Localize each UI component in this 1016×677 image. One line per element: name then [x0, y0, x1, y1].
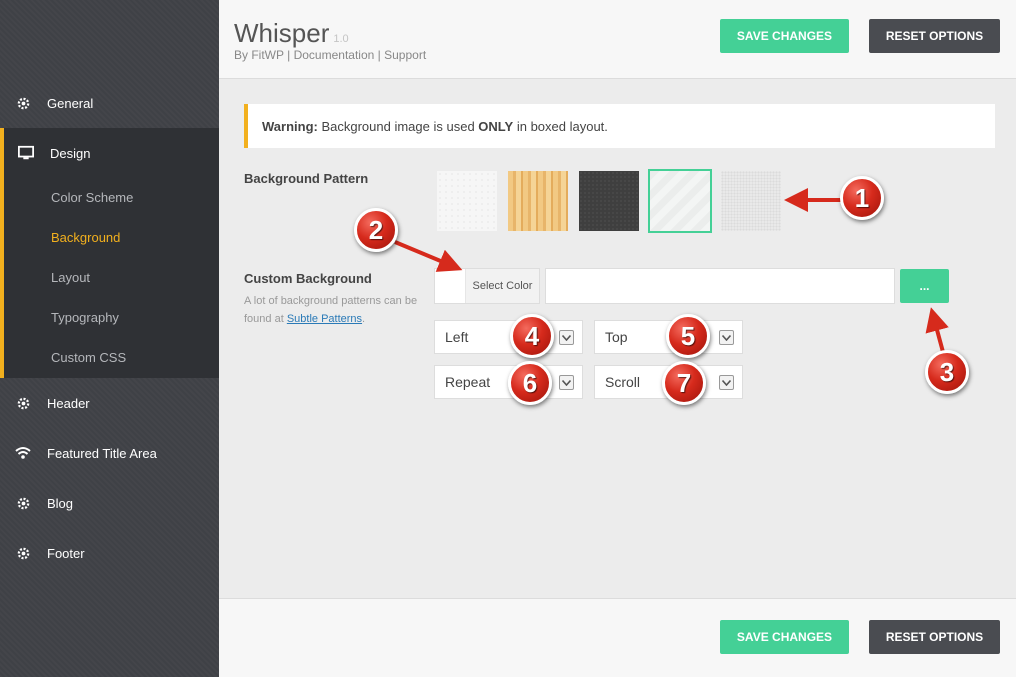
- annotation-arrow-3: [925, 307, 949, 353]
- page-title: Whisper 1.0: [234, 18, 349, 49]
- pattern-swatch-selected[interactable]: [648, 169, 712, 233]
- chevron-down-icon[interactable]: [719, 330, 734, 345]
- annotation-badge-6: 6: [508, 361, 552, 405]
- page-header: Whisper 1.0 By FitWP | Documentation | Su…: [219, 0, 1016, 79]
- chevron-down-icon[interactable]: [559, 375, 574, 390]
- gear-icon: [15, 95, 31, 111]
- annotation-badge-1: 1: [840, 176, 884, 220]
- sidebar-subitem-typography[interactable]: Typography: [51, 310, 119, 325]
- sidebar-item-label: Featured Title Area: [47, 445, 157, 461]
- header-links: By FitWP | Documentation | Support: [234, 48, 426, 62]
- reset-options-button[interactable]: RESET OPTIONS: [869, 620, 1000, 654]
- sidebar-item-header[interactable]: Header: [0, 378, 219, 428]
- custom-background-label: Custom Background: [244, 271, 372, 286]
- chevron-down-icon[interactable]: [719, 375, 734, 390]
- sidebar-item-label: Blog: [47, 495, 74, 511]
- sidebar-subitem-color-scheme[interactable]: Color Scheme: [51, 190, 133, 205]
- annotation-badge-4: 4: [510, 314, 554, 358]
- select-value: Left: [445, 329, 469, 345]
- select-value: Top: [605, 329, 628, 345]
- warning-prefix: Warning:: [262, 118, 318, 134]
- sidebar-subitem-custom-css[interactable]: Custom CSS: [51, 350, 126, 365]
- annotation-badge-3: 3: [925, 350, 969, 394]
- color-preview-swatch[interactable]: [435, 269, 466, 303]
- sidebar-section-design: Design Color Scheme Background Layout Ty…: [0, 128, 219, 378]
- subtle-patterns-link[interactable]: Subtle Patterns: [287, 313, 362, 325]
- sidebar-subitem-background[interactable]: Background: [51, 230, 120, 245]
- save-changes-button[interactable]: SAVE CHANGES: [720, 19, 849, 53]
- app-version: 1.0: [333, 33, 349, 45]
- browse-image-button[interactable]: ...: [900, 269, 949, 303]
- separator: |: [287, 48, 291, 62]
- select-value: Scroll: [605, 374, 641, 390]
- warning-text: Background image is used: [321, 118, 475, 134]
- sidebar-item-label: General: [47, 95, 94, 111]
- annotation-badge-7: 7: [662, 361, 706, 405]
- sidebar-item-label: Design: [50, 145, 91, 161]
- reset-options-button[interactable]: RESET OPTIONS: [869, 19, 1000, 53]
- sidebar-item-general[interactable]: General: [0, 78, 219, 128]
- warning-emphasis: ONLY: [478, 118, 514, 134]
- gear-icon: [15, 545, 31, 561]
- warning-notice: Warning: Background image is used ONLY i…: [244, 104, 995, 148]
- pattern-swatch-grey[interactable]: [721, 171, 781, 231]
- sidebar-item-featured-title-area[interactable]: Featured Title Area: [0, 428, 219, 478]
- annotation-arrow-2: [394, 240, 463, 272]
- sidebar-item-blog[interactable]: Blog: [0, 478, 219, 528]
- description-suffix: .: [362, 313, 366, 325]
- position-x-select[interactable]: Left: [434, 320, 583, 354]
- documentation-link[interactable]: Documentation: [294, 48, 375, 62]
- sidebar-item-footer[interactable]: Footer: [0, 528, 219, 578]
- save-changes-button[interactable]: SAVE CHANGES: [720, 620, 849, 654]
- sidebar: General Design Color Scheme Background L…: [0, 0, 219, 677]
- support-link[interactable]: Support: [384, 48, 426, 62]
- sidebar-item-design[interactable]: Design: [0, 128, 219, 178]
- color-picker[interactable]: Select Color: [434, 268, 540, 304]
- monitor-icon: [18, 145, 34, 161]
- separator: |: [377, 48, 381, 62]
- warning-text-end: in boxed layout.: [516, 118, 608, 134]
- select-color-button[interactable]: Select Color: [466, 269, 539, 303]
- annotation-badge-2: 2: [354, 208, 398, 252]
- pattern-swatch-white[interactable]: [437, 171, 497, 231]
- pattern-swatch-dark[interactable]: [579, 171, 639, 231]
- annotation-badge-5: 5: [666, 314, 710, 358]
- pattern-swatch-wood[interactable]: [508, 171, 568, 231]
- by-author: By FitWP: [234, 48, 284, 62]
- sidebar-item-label: Footer: [47, 545, 85, 561]
- sidebar-subitem-layout[interactable]: Layout: [51, 270, 90, 285]
- select-value: Repeat: [445, 374, 491, 390]
- gear-icon: [15, 495, 31, 511]
- chevron-down-icon[interactable]: [559, 330, 574, 345]
- background-pattern-label: Background Pattern: [244, 171, 369, 186]
- page-footer: SAVE CHANGES RESET OPTIONS: [219, 598, 1016, 677]
- background-image-url-input[interactable]: [545, 268, 895, 304]
- app-title-text: Whisper: [234, 18, 330, 48]
- gear-icon: [15, 395, 31, 411]
- custom-background-description: A lot of background patterns can be foun…: [244, 292, 424, 328]
- wifi-icon: [15, 445, 31, 461]
- sidebar-item-label: Header: [47, 395, 90, 411]
